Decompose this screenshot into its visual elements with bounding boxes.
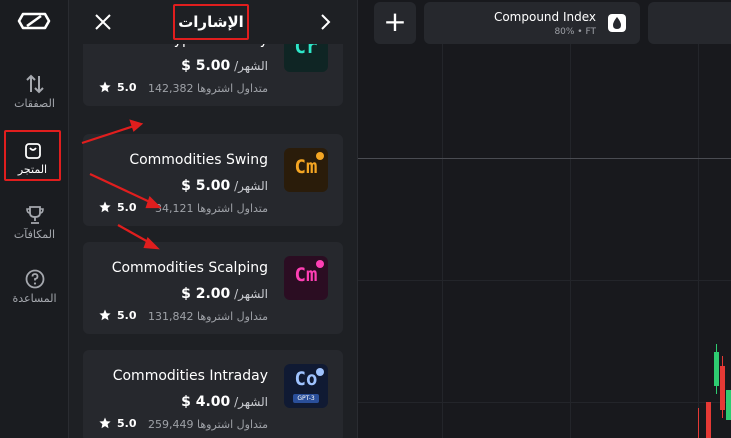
signal-price: $ 5.00 /الشهر [181, 58, 268, 74]
rating-value: 5.0 [117, 201, 137, 214]
price-value: $ 2.00 [181, 286, 231, 302]
asset-name: Compound Index [493, 10, 596, 24]
add-asset-button[interactable]: + [374, 2, 416, 44]
drop-icon [608, 14, 626, 32]
rail-label-rewards: المكافآت [13, 228, 56, 241]
plus-icon: + [383, 5, 407, 38]
rating-value: 5.0 [117, 417, 137, 430]
thumb-text: Co [294, 368, 318, 390]
signal-card-commodities-intraday[interactable]: Commodities Intraday $ 4.00 /الشهر 259,4… [83, 350, 343, 438]
help-icon [25, 269, 44, 289]
signal-thumbnail: Cm [284, 256, 328, 300]
signal-name: Commodities Scalping [111, 260, 268, 276]
rating-value: 5.0 [117, 309, 137, 322]
signal-thumbnail: Co GPT-3 [284, 364, 328, 408]
candle-wick [716, 344, 717, 394]
rating-value: 5.0 [117, 81, 137, 94]
signal-price: $ 4.00 /الشهر [181, 394, 268, 410]
price-period: /الشهر [234, 287, 268, 301]
price-period: /الشهر [234, 395, 268, 409]
signal-thumbnail: Cm [284, 148, 328, 192]
price-period: /الشهر [234, 59, 268, 73]
rail-item-help[interactable]: المساعدة [0, 268, 69, 305]
rail-label-trades: الصفقات [14, 97, 55, 110]
asset-tab-compound-index[interactable]: Compound Index 80% • FT [424, 2, 640, 44]
left-rail: الصفقات المتجر المكافآت المساعدة [0, 0, 69, 438]
rail-label-help: المساعدة [12, 292, 57, 305]
grid-line [442, 44, 443, 438]
candle-wick [722, 356, 723, 418]
signals-panel: Crypto Intraday $ 5.00 /الشهر 142,382 مت… [69, 0, 357, 438]
grid-line [358, 280, 731, 281]
signal-subscribers: 259,449 متداول اشتروها [148, 418, 268, 431]
close-icon[interactable] [93, 12, 113, 32]
price-value: $ 5.00 [181, 178, 231, 194]
price-value: $ 4.00 [181, 394, 231, 410]
star-icon [99, 309, 111, 321]
signal-card-commodities-scalping[interactable]: Commodities Scalping $ 2.00 /الشهر 131,8… [83, 242, 343, 334]
signal-rating: 5.0 [99, 309, 137, 322]
panel-title: الإشارات [173, 4, 249, 40]
asset-meta: 80% • FT [554, 27, 596, 37]
thumb-badge: GPT-3 [293, 394, 319, 403]
swap-arrows-icon [25, 74, 44, 94]
signal-card-commodities-swing[interactable]: Commodities Swing $ 5.00 /الشهر 34,121 م… [83, 134, 343, 226]
signal-subscribers: 131,842 متداول اشتروها [148, 310, 268, 323]
thumb-text: Cm [294, 156, 318, 178]
star-icon [99, 417, 111, 429]
chevron-right-icon[interactable] [315, 12, 335, 32]
grid-line [570, 44, 571, 438]
signal-rating: 5.0 [99, 81, 137, 94]
star-icon [99, 201, 111, 213]
signal-subscribers: 142,382 متداول اشتروها [148, 82, 268, 95]
price-line [358, 158, 731, 159]
grid-line [698, 44, 699, 438]
rail-label-store: المتجر [17, 163, 48, 176]
candle-wick [698, 408, 699, 438]
signal-price: $ 2.00 /الشهر [181, 286, 268, 302]
price-value: $ 5.00 [181, 58, 231, 74]
signal-subscribers: 34,121 متداول اشتروها [155, 202, 268, 215]
brand-logo-icon[interactable] [17, 11, 51, 31]
price-period: /الشهر [234, 179, 268, 193]
rail-item-trades[interactable]: الصفقات [0, 73, 69, 110]
grid-line [358, 402, 731, 403]
asset-tab-next[interactable] [648, 2, 731, 44]
rail-item-rewards[interactable]: المكافآت [0, 204, 69, 241]
store-bag-icon [24, 143, 41, 159]
candle [706, 402, 711, 438]
panel-header: الإشارات [69, 0, 357, 44]
signal-name: Commodities Swing [129, 152, 268, 168]
rail-item-store[interactable]: المتجر [4, 130, 61, 181]
signal-name: Commodities Intraday [112, 368, 268, 384]
signal-price: $ 5.00 /الشهر [181, 178, 268, 194]
candle [726, 390, 731, 420]
thumb-text: Cm [294, 264, 318, 286]
star-icon [99, 81, 111, 93]
chart-area[interactable]: + Compound Index 80% • FT [357, 0, 731, 438]
signal-rating: 5.0 [99, 417, 137, 430]
trophy-icon [25, 206, 44, 224]
signal-rating: 5.0 [99, 201, 137, 214]
